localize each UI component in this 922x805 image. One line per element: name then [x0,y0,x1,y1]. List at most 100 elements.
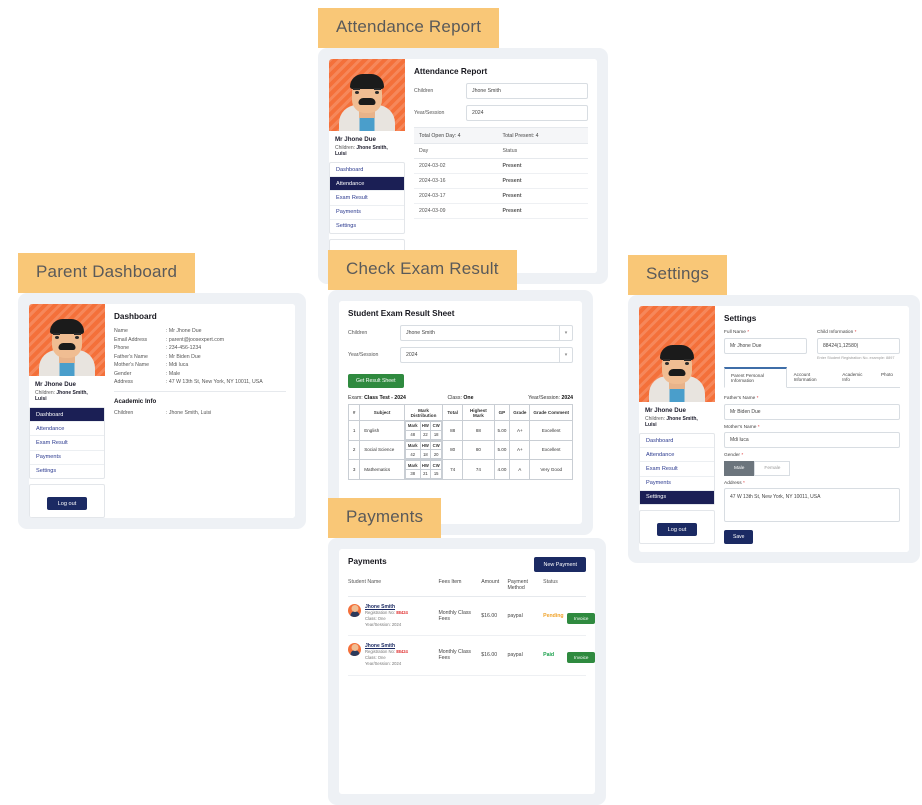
panel-exam: Check Exam Result Student Exam Result Sh… [328,250,593,535]
table-row: 2024-03-02 Present [414,158,588,174]
sidebar-item-dashboard[interactable]: Dashboard [330,163,404,178]
sidebar-item-attendance[interactable]: Attendance [30,422,104,437]
registration-number: 88424 [396,610,408,615]
mother-name-label: Mother's Name * [724,424,760,430]
cell-cw: 18 [430,429,443,440]
father-name-label: Father's Name * [724,396,759,401]
tab-account-information[interactable]: Account Information [787,367,836,387]
panel-label-payments: Payments [328,498,442,538]
new-payment-button[interactable]: New Payment [534,557,586,572]
children-select[interactable]: Jhone Smith ▾ [400,325,573,341]
sidebar-dashboard: Mr Jhone Due Children: Jhone Smith, Luis… [29,304,105,519]
app-card-exam: Student Exam Result Sheet Children Jhone… [339,301,582,524]
sidebar-item-exam-result[interactable]: Exam Result [640,462,714,477]
sidebar-item-exam-result[interactable]: Exam Result [330,191,404,206]
info-row: Address : 47 W 13th St, New York, NY 100… [114,379,286,385]
gender-toggle-group: Male Female [724,460,900,476]
field-children: Children Jhone Smith ▾ [348,325,573,341]
field-year-label: Year/Session [348,352,379,358]
year-session-select[interactable]: 2024 ▾ [400,347,573,363]
exam-class: Class: One [423,395,498,401]
logout-button[interactable]: Log out [656,523,698,537]
panel-label-settings: Settings [628,255,728,295]
logout-button[interactable]: Log out [46,497,88,511]
invoice-button[interactable]: Invoice [566,652,595,664]
table-row: 1 English Mark HW CW 48 22 18 88 88 5.00… [347,420,573,441]
gender-female-button[interactable]: Female [754,460,791,476]
field-children-label: Children [348,330,368,336]
sidebar-item-exam-result[interactable]: Exam Result [30,436,104,451]
page-title: Student Exam Result Sheet [348,309,455,318]
dist-header-hw: HW [419,440,432,451]
exam-value: Class Test - 2024 [364,395,406,401]
sidebar-item-attendance[interactable]: Attendance [640,448,714,463]
children-input[interactable]: Jhone Smith [466,83,588,99]
column-highest-mark: Highest Mark [462,404,495,421]
gender-male-button[interactable]: Male [724,460,755,476]
main-attendance: Attendance Report Children Jhone Smith Y… [405,59,597,274]
attendance-table: Total Open Day: 4 Total Present: 4 Day S… [414,127,588,219]
sidebar-children: Children: Jhone Smith, Luisi [329,145,405,162]
exam-year: Year/Session: 2024 [498,395,573,401]
cell-hw: 18 [419,449,432,460]
sidebar-item-payments[interactable]: Payments [640,477,714,491]
year-session-input[interactable]: 2024 [466,105,588,121]
cell-subject: Mathematics [359,459,405,480]
column-total: Total [442,404,464,421]
cell-status: Present [497,188,588,204]
page-title: Payments [348,557,387,566]
sidebar-item-payments[interactable]: Payments [330,206,404,220]
settings-top-row: Full Name * Mr Jhone Due Child Informati… [724,330,900,360]
tab-parent-personal-information[interactable]: Parent Personal Information [724,367,787,388]
tab-photo[interactable]: Photo [874,367,900,387]
sidebar-item-settings[interactable]: Settings [30,465,104,478]
cell-highest: 88 [462,420,495,441]
cell-cw: 15 [430,468,443,479]
avatar [29,304,105,376]
address-textarea[interactable]: 47 W 13th St, New York, NY 10011, USA [724,488,900,522]
chevron-down-icon: ▾ [559,348,572,362]
logout-container: Log out [639,509,715,545]
cell-day: 2024-03-02 [414,158,498,174]
dist-header-hw: HW [419,421,432,431]
student-avatar-icon [348,604,361,617]
mother-name-input[interactable]: Mdi luca [724,432,900,448]
get-result-sheet-button[interactable]: Get Result Sheet [348,374,404,388]
save-button[interactable]: Save [724,530,754,544]
child-information-input[interactable]: 88424(1,12580) [817,337,900,354]
sidebar-item-payments[interactable]: Payments [30,451,104,465]
sidebar-item-settings[interactable]: Settings [640,490,714,504]
screenshot-frame-settings: Mr Jhone Due Children: Jhone Smith, Luis… [628,295,920,563]
invoice-button[interactable]: Invoice [566,613,595,625]
cell-fees-item: Monthly Class Fees [438,610,472,623]
cell-grade: A+ [509,439,531,461]
cell-amount: $16.00 [481,613,498,620]
column-student-name: Student Name [348,579,382,585]
sidebar-item-settings[interactable]: Settings [330,220,404,233]
tab-academic-info[interactable]: Academic Info [835,367,874,387]
sidebar-nav: Dashboard Attendance Exam Result Payment… [639,433,715,505]
full-name-label: Full Name * [724,330,750,335]
cell-amount: $16.00 [481,652,498,659]
father-name-input[interactable]: Mr Biden Due [724,403,900,420]
screenshot-frame-attendance: Mr Jhone Due Children: Jhone Smith, Luis… [318,48,608,285]
sidebar-settings: Mr Jhone Due Children: Jhone Smith, Luis… [639,306,715,552]
column-fees-item: Fees Item [438,579,462,585]
totals-row: Total Open Day: 4 Total Present: 4 [414,127,588,144]
sidebar-item-dashboard[interactable]: Dashboard [640,434,714,449]
sidebar-user-name: Mr Jhone Due [29,376,105,390]
table-header-row: Student Name Fees Item Amount Payment Me… [348,573,586,597]
page-title: Dashboard [114,312,157,321]
cell-payment-method: paypal [507,613,523,620]
cell-action: Invoice [566,646,595,664]
sidebar-nav: Dashboard Attendance Exam Result Payment… [329,162,405,234]
academic-label: Children [114,410,134,416]
sidebar-item-attendance[interactable]: Attendance [330,177,404,192]
page-title: Attendance Report [414,67,488,76]
avatar [329,59,405,131]
exam-label: Exam: [348,395,363,401]
field-year-label: Year/Session [414,110,445,116]
sidebar-item-dashboard[interactable]: Dashboard [30,408,104,423]
child-information-hint: Enter Student Registration No. example: … [817,356,895,360]
full-name-input[interactable]: Mr Jhone Due [724,337,807,354]
